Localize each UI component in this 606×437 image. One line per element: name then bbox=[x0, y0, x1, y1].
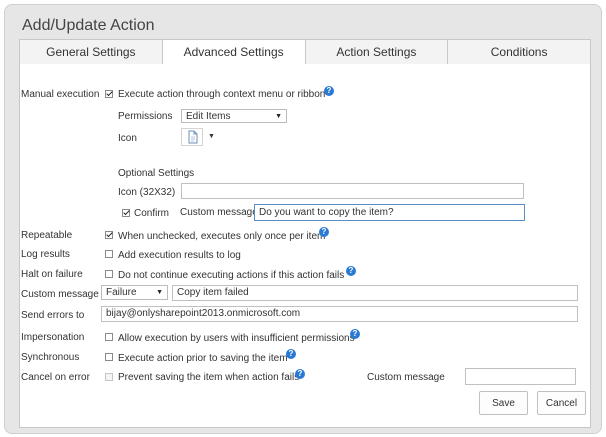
icon-picker[interactable] bbox=[181, 128, 203, 146]
synchronous-checkbox[interactable] bbox=[105, 353, 113, 361]
tab-general-settings[interactable]: General Settings bbox=[19, 39, 162, 65]
send-errors-input[interactable]: bijay@onlysharepoint2013.onmicrosoft.com bbox=[101, 306, 578, 322]
repeatable-checkbox[interactable] bbox=[105, 231, 113, 239]
repeatable-text: When unchecked, executes only once per i… bbox=[118, 231, 326, 242]
help-icon[interactable]: ? bbox=[350, 329, 360, 339]
optional-settings-label: Optional Settings bbox=[118, 168, 195, 179]
synchronous-text: Execute action prior to saving the item bbox=[118, 353, 288, 364]
cancel-on-error-text: Prevent saving the item when action fail… bbox=[118, 372, 300, 383]
confirm-checkbox[interactable] bbox=[122, 209, 130, 217]
manual-execution-text: Execute action through context menu or r… bbox=[118, 89, 326, 100]
help-icon[interactable]: ? bbox=[286, 349, 296, 359]
impersonation-text: Allow execution by users with insufficie… bbox=[118, 333, 355, 344]
synchronous-label: Synchronous bbox=[21, 352, 80, 363]
confirm-message-input[interactable]: Do you want to copy the item? bbox=[254, 204, 525, 221]
help-icon[interactable]: ? bbox=[324, 86, 334, 96]
permissions-select[interactable]: Edit Items ▼ bbox=[181, 109, 287, 123]
custom-message-type-select[interactable]: Failure ▼ bbox=[101, 285, 168, 300]
impersonation-checkbox[interactable] bbox=[105, 333, 113, 341]
help-icon[interactable]: ? bbox=[346, 266, 356, 276]
halt-on-failure-checkbox[interactable] bbox=[105, 270, 113, 278]
log-results-checkbox[interactable] bbox=[105, 250, 113, 258]
tab-bar: General Settings Advanced Settings Actio… bbox=[19, 39, 591, 65]
tab-conditions[interactable]: Conditions bbox=[447, 39, 591, 65]
permissions-select-value: Edit Items bbox=[186, 110, 231, 122]
send-errors-label: Send errors to bbox=[21, 310, 85, 321]
page-icon bbox=[188, 130, 198, 144]
icon-label: Icon bbox=[118, 133, 137, 144]
save-button[interactable]: Save bbox=[479, 391, 528, 415]
cancel-on-error-message-input[interactable] bbox=[465, 368, 576, 385]
add-update-action-dialog: Add/Update Action General Settings Advan… bbox=[4, 4, 602, 434]
help-icon[interactable]: ? bbox=[295, 369, 305, 379]
icon32-input[interactable] bbox=[181, 183, 524, 199]
dialog-title: Add/Update Action bbox=[22, 17, 155, 34]
custom-message-input[interactable]: Copy item failed bbox=[172, 285, 578, 301]
icon32-label: Icon (32X32) bbox=[118, 187, 176, 198]
tab-action-settings[interactable]: Action Settings bbox=[304, 39, 448, 65]
manual-execution-checkbox[interactable] bbox=[105, 90, 113, 98]
chevron-down-icon: ▼ bbox=[156, 289, 163, 296]
log-results-label: Log results bbox=[21, 249, 70, 260]
cancel-button[interactable]: Cancel bbox=[537, 391, 586, 415]
manual-execution-label: Manual execution bbox=[21, 89, 100, 100]
confirm-label: Confirm bbox=[134, 208, 170, 219]
tab-advanced-settings[interactable]: Advanced Settings bbox=[161, 39, 305, 65]
chevron-down-icon: ▼ bbox=[275, 112, 282, 120]
halt-on-failure-text: Do not continue executing actions if thi… bbox=[118, 270, 345, 281]
cancel-on-error-label: Cancel on error bbox=[21, 372, 90, 383]
confirm-custom-message-label: Custom message bbox=[180, 207, 258, 218]
impersonation-label: Impersonation bbox=[21, 332, 85, 343]
help-icon[interactable]: ? bbox=[319, 227, 329, 237]
chevron-down-icon[interactable]: ▼ bbox=[208, 133, 215, 140]
custom-message-label: Custom message bbox=[21, 289, 99, 300]
log-results-text: Add execution results to log bbox=[118, 250, 241, 261]
repeatable-label: Repeatable bbox=[21, 230, 73, 241]
cancel-on-error-checkbox[interactable] bbox=[105, 373, 113, 381]
permissions-label: Permissions bbox=[118, 111, 173, 122]
halt-on-failure-label: Halt on failure bbox=[21, 269, 83, 280]
cancel-on-error-custom-message-label: Custom message bbox=[367, 372, 445, 383]
custom-message-type-value: Failure bbox=[106, 287, 137, 298]
